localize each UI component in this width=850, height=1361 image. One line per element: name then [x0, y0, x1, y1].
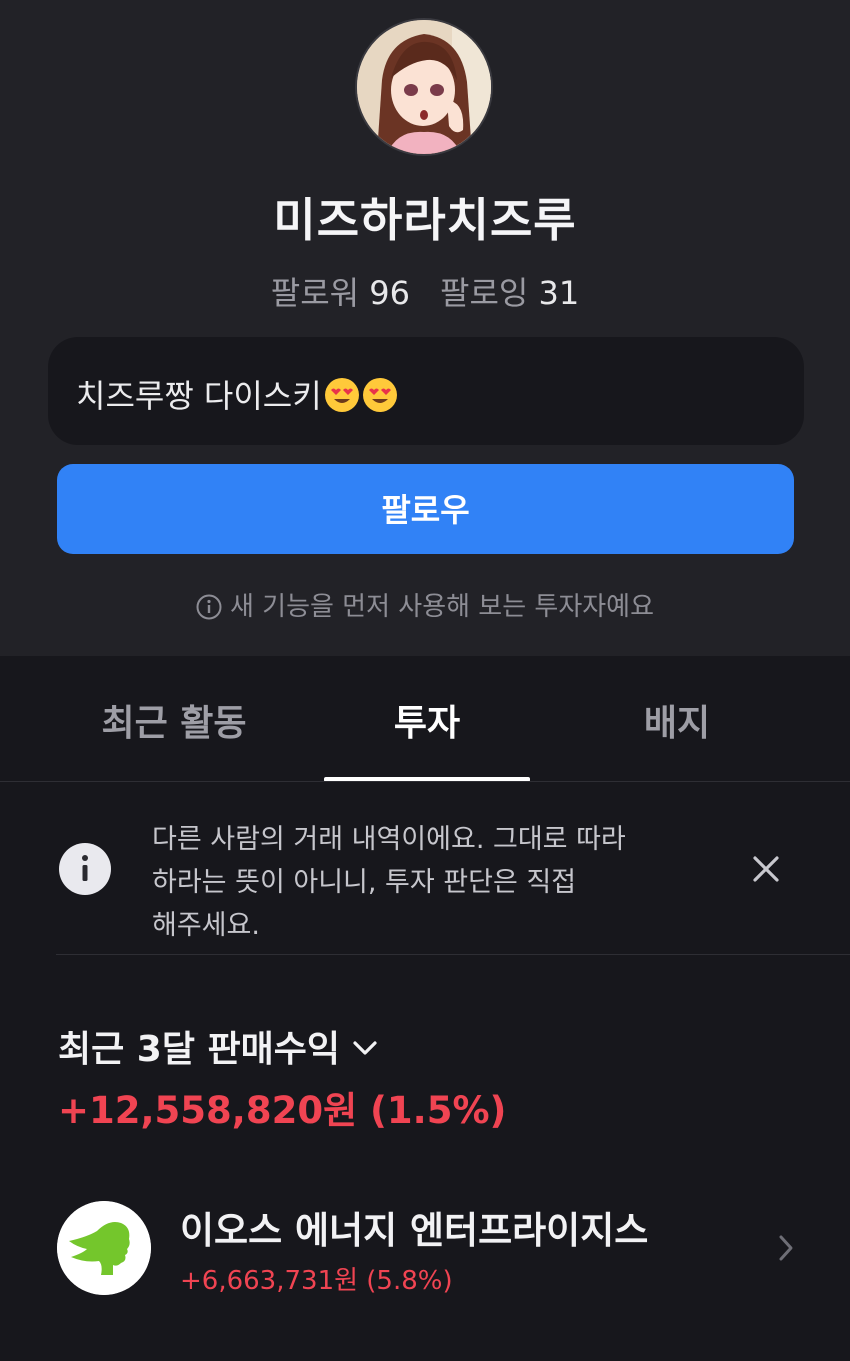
info-banner-line: 하라는 뜻이 아니니, 투자 판단은 직접: [152, 867, 577, 898]
tab-recent-activity[interactable]: 최근 활동: [32, 694, 316, 746]
eos-energy-logo-icon: [57, 1201, 151, 1295]
username: 미즈하라치즈루: [273, 193, 577, 247]
follow-stats: 팔로워 96 팔로잉 31: [0, 268, 850, 314]
bio-box: 치즈루짱 다이스키: [48, 337, 804, 445]
info-circle-icon: [196, 594, 222, 620]
stock-logo: [57, 1201, 151, 1295]
info-banner-text: 다른 사람의 거래 내역이에요. 그대로 따라 하라는 뜻이 아니니, 투자 판…: [152, 818, 692, 947]
profile-header: 미즈하라치즈루 팔로워 96 팔로잉 31 치즈루짱 다이스키 팔로우 새 기능을…: [0, 0, 850, 656]
following-label: 팔로잉: [440, 274, 529, 312]
avatar[interactable]: [355, 18, 493, 156]
tab-bar: 최근 활동 투자 배지: [0, 656, 850, 782]
tab-badges[interactable]: 배지: [535, 694, 819, 746]
bio-text: 치즈루짱 다이스키: [76, 377, 322, 415]
tab-investment[interactable]: 투자: [285, 694, 569, 746]
heart-eyes-emoji-icon: [324, 378, 359, 412]
chevron-right-icon: [779, 1235, 793, 1261]
following-link[interactable]: 팔로잉 31: [440, 274, 579, 312]
tab-divider: [0, 781, 850, 782]
info-icon: [59, 843, 111, 895]
info-banner-line: 다른 사람의 거래 내역이에요. 그대로 따라: [152, 824, 626, 855]
follower-count: 96: [369, 274, 410, 312]
follow-button[interactable]: 팔로우: [57, 464, 794, 554]
profit-period-label: 최근 3달 판매수익: [58, 1029, 340, 1070]
bio-line: 치즈루짱 다이스키: [76, 371, 398, 417]
chevron-down-icon: [353, 1041, 377, 1055]
avatar-image: [357, 20, 491, 154]
follower-link[interactable]: 팔로워 96: [271, 274, 410, 312]
follower-label: 팔로워: [270, 274, 360, 312]
stock-name: 이오스 에너지 엔터프라이지스: [180, 1209, 649, 1252]
close-icon[interactable]: [748, 851, 784, 887]
profit-period-selector[interactable]: 최근 3달 판매수익: [58, 1020, 380, 1072]
stock-profit: +6,663,731원 (5.8%): [180, 1266, 453, 1296]
notice-text: 새 기능을 먼저 사용해 보는 투자자예요: [229, 592, 655, 622]
following-count: 31: [538, 274, 580, 312]
total-profit: +12,558,820원 (1.5%): [58, 1089, 507, 1132]
banner-divider: [56, 954, 850, 955]
heart-eyes-emoji-icon: [362, 378, 397, 412]
early-adopter-notice: 새 기능을 먼저 사용해 보는 투자자예요: [0, 586, 850, 623]
info-banner-line: 해주세요.: [152, 910, 260, 941]
